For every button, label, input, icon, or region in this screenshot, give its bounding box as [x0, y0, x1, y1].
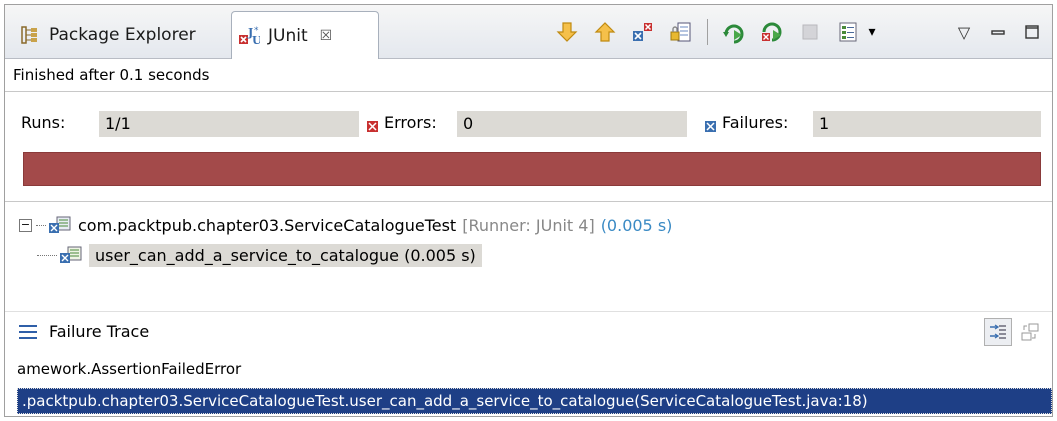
stack-trace-icon — [19, 324, 37, 339]
runs-label: Runs: — [21, 113, 66, 132]
failures-label-group: Failures: — [705, 113, 788, 132]
test-tree: − com.packtpub.chapter03.ServiceCatalogu… — [5, 201, 1052, 299]
trace-line-exception[interactable]: amework.AssertionFailedError — [5, 360, 1052, 384]
tab-package-explorer-label: Package Explorer — [49, 25, 196, 45]
previous-failure-icon[interactable] — [591, 18, 619, 46]
errors-label-group: Errors: — [367, 113, 437, 132]
tab-package-explorer[interactable]: Package Explorer — [19, 11, 196, 59]
test-run-history-icon[interactable] — [834, 18, 862, 46]
stop-icon[interactable] — [796, 18, 824, 46]
tree-row-test[interactable]: user_can_add_a_service_to_catalogue (0.0… — [37, 242, 482, 268]
view-menu-icon[interactable]: ▽ — [950, 18, 978, 46]
tree-connector — [37, 254, 57, 256]
show-failures-only-icon[interactable] — [629, 18, 657, 46]
finished-status: Finished after 0.1 seconds — [5, 60, 1052, 92]
error-icon — [367, 117, 378, 132]
suite-runner: [Runner: JUnit 4] — [462, 215, 595, 235]
next-failure-icon[interactable] — [553, 18, 581, 46]
filter-stack-trace-icon[interactable] — [984, 318, 1012, 346]
tab-bar: Package Explorer J U * JUnit ☒ — [5, 5, 1052, 59]
trace-line-selected[interactable]: .packtpub.chapter03.ServiceCatalogueTest… — [17, 388, 1052, 414]
junit-view: Package Explorer J U * JUnit ☒ — [4, 4, 1053, 417]
scroll-lock-icon[interactable] — [667, 18, 695, 46]
suite-time: (0.005 s) — [600, 215, 673, 235]
tab-junit-label: JUnit — [268, 25, 308, 46]
view-controls: ▽ — [950, 15, 1046, 49]
collapse-icon[interactable]: − — [19, 218, 32, 232]
failures-value: 1 — [813, 111, 1041, 137]
errors-label: Errors: — [384, 113, 437, 132]
progress-bar — [23, 152, 1041, 186]
failures-label: Failures: — [722, 113, 789, 132]
counters-panel: Runs: 1/1 Errors: 0 Failures: 1 — [5, 105, 1052, 145]
compare-result-icon[interactable] — [1016, 318, 1044, 346]
rerun-test-icon[interactable] — [720, 18, 748, 46]
suite-name: com.packtpub.chapter03.ServiceCatalogueT… — [78, 215, 457, 235]
failure-trace-toolbar — [980, 318, 1044, 346]
test-suite-fail-icon — [48, 215, 72, 235]
junit-toolbar: ▾ — [553, 15, 890, 49]
close-icon[interactable]: ☒ — [320, 28, 333, 44]
dropdown-arrow-icon[interactable]: ▾ — [864, 18, 880, 46]
rerun-failed-first-icon[interactable] — [758, 18, 786, 46]
minimize-icon[interactable] — [984, 18, 1012, 46]
failure-icon — [705, 117, 716, 132]
errors-value: 0 — [457, 111, 687, 137]
junit-fail-icon: J U * — [238, 25, 260, 47]
failure-trace-title: Failure Trace — [19, 322, 149, 341]
failure-trace-header: Failure Trace — [5, 311, 1052, 351]
test-method-fail-icon — [59, 245, 83, 265]
toolbar-separator — [707, 19, 708, 45]
maximize-icon[interactable] — [1018, 18, 1046, 46]
runs-value: 1/1 — [99, 111, 359, 137]
svg-text:*: * — [254, 26, 259, 36]
test-method-name: user_can_add_a_service_to_catalogue (0.0… — [89, 243, 482, 267]
tree-connector — [36, 224, 46, 226]
failure-trace-label: Failure Trace — [49, 322, 150, 341]
tree-row-suite[interactable]: − com.packtpub.chapter03.ServiceCatalogu… — [19, 212, 672, 238]
tab-junit[interactable]: J U * JUnit ☒ — [231, 11, 379, 59]
package-explorer-icon — [19, 24, 41, 46]
